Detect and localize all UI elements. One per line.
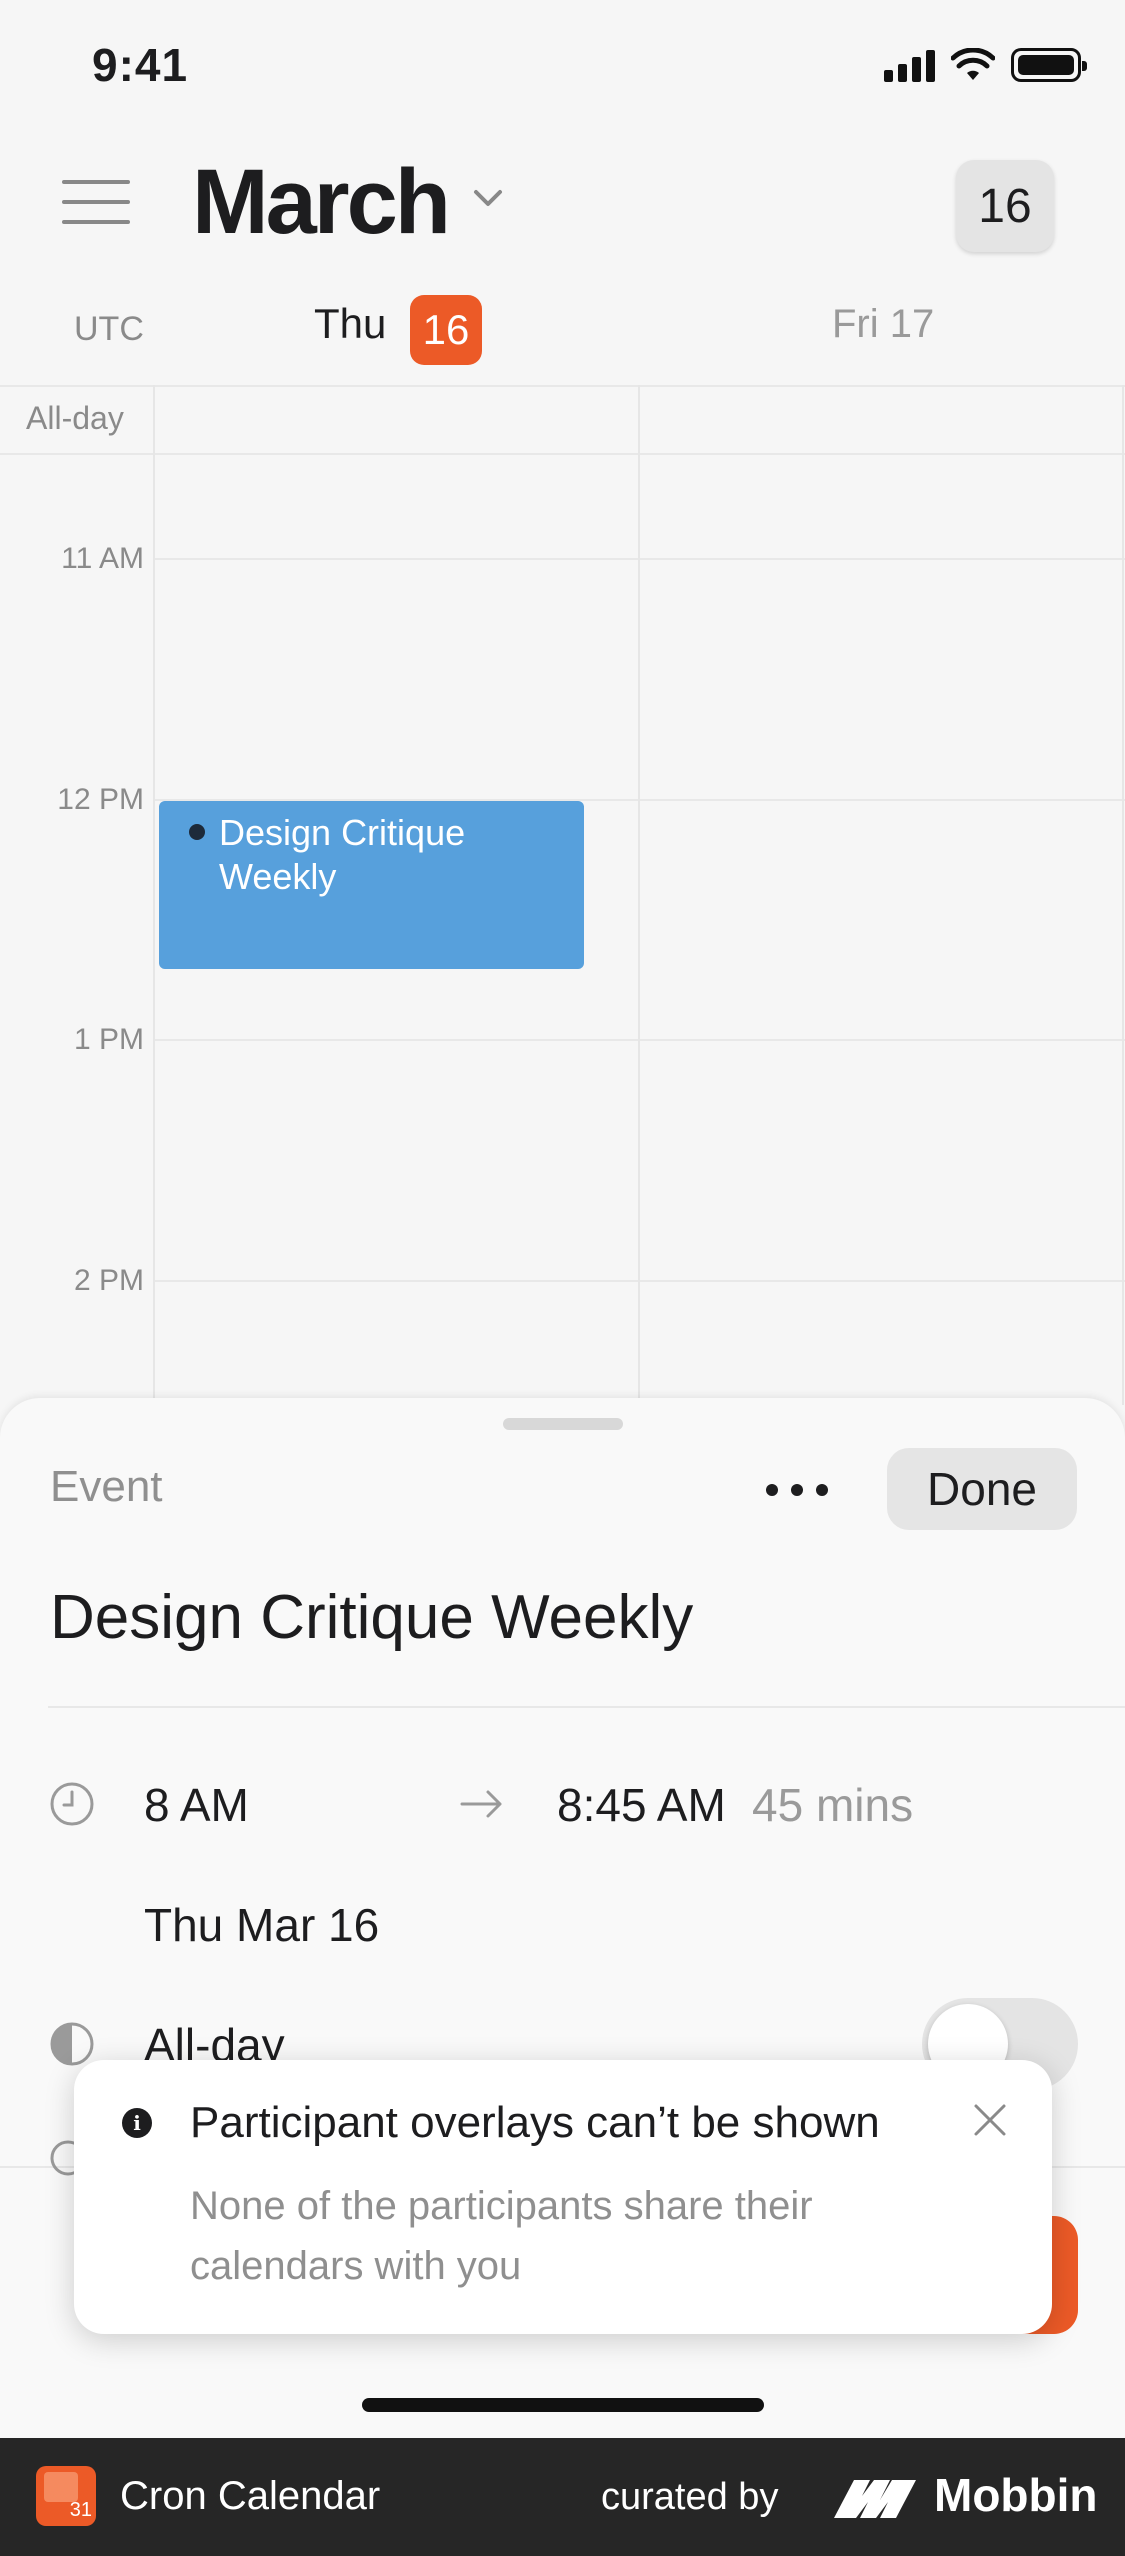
hour-label: 12 PM	[57, 783, 144, 816]
done-button[interactable]: Done	[887, 1448, 1077, 1530]
hour-label: 2 PM	[73, 1264, 144, 1297]
today-button[interactable]: 16	[956, 160, 1054, 252]
mobbin-logo-icon	[834, 2480, 916, 2518]
footer-brand: Mobbin	[934, 2469, 1098, 2521]
wifi-icon	[951, 48, 995, 80]
calendar-event-title: Design Critique Weekly	[219, 812, 466, 897]
cellular-signal-icon	[884, 48, 935, 82]
duration-label: 45 mins	[752, 1779, 914, 1831]
event-title[interactable]: Design Critique Weekly	[50, 1582, 693, 1653]
toast-message: None of the participants share their cal…	[190, 2184, 813, 2288]
month-title[interactable]: March	[192, 150, 451, 255]
start-time[interactable]: 8 AM	[144, 1778, 249, 1832]
footer-curated-label: curated by	[601, 2476, 779, 2518]
home-indicator[interactable]	[362, 2398, 764, 2412]
cron-calendar-logo-icon: 31	[36, 2466, 96, 2526]
divider	[48, 1706, 1125, 1708]
more-options-icon[interactable]	[766, 1470, 828, 1510]
hour-label: 11 AM	[61, 542, 144, 575]
arrow-right-icon	[460, 1790, 502, 1818]
calendar-event-block[interactable]: Design Critique Weekly	[159, 801, 584, 969]
half-circle-icon	[50, 2022, 94, 2066]
clock-icon	[50, 1782, 94, 1826]
status-icons	[884, 48, 1087, 82]
logo-number: 31	[69, 2499, 92, 2521]
today-date-badge[interactable]: 16	[410, 295, 482, 365]
day-header-thu[interactable]: Thu	[314, 300, 386, 348]
chevron-down-icon[interactable]	[468, 178, 508, 218]
sheet-heading: Event	[50, 1462, 163, 1511]
end-time[interactable]: 8:45 AM	[557, 1778, 726, 1832]
info-icon: i	[122, 2108, 152, 2138]
day-header-fri[interactable]: Fri 17	[832, 302, 934, 347]
event-dot-icon	[189, 824, 205, 840]
event-date[interactable]: Thu Mar 16	[144, 1898, 379, 1952]
battery-icon	[1011, 48, 1087, 82]
menu-icon[interactable]	[62, 180, 130, 224]
hour-label: 1 PM	[73, 1023, 144, 1056]
toast-title: Participant overlays can’t be shown	[190, 2098, 880, 2147]
status-time: 9:41	[92, 39, 189, 91]
sheet-grabber[interactable]	[503, 1418, 623, 1430]
timezone-label[interactable]: UTC	[74, 310, 144, 349]
footer-app-name: Cron Calendar	[120, 2474, 381, 2518]
all-day-row-label: All-day	[26, 400, 124, 436]
close-icon[interactable]	[970, 2100, 1010, 2140]
